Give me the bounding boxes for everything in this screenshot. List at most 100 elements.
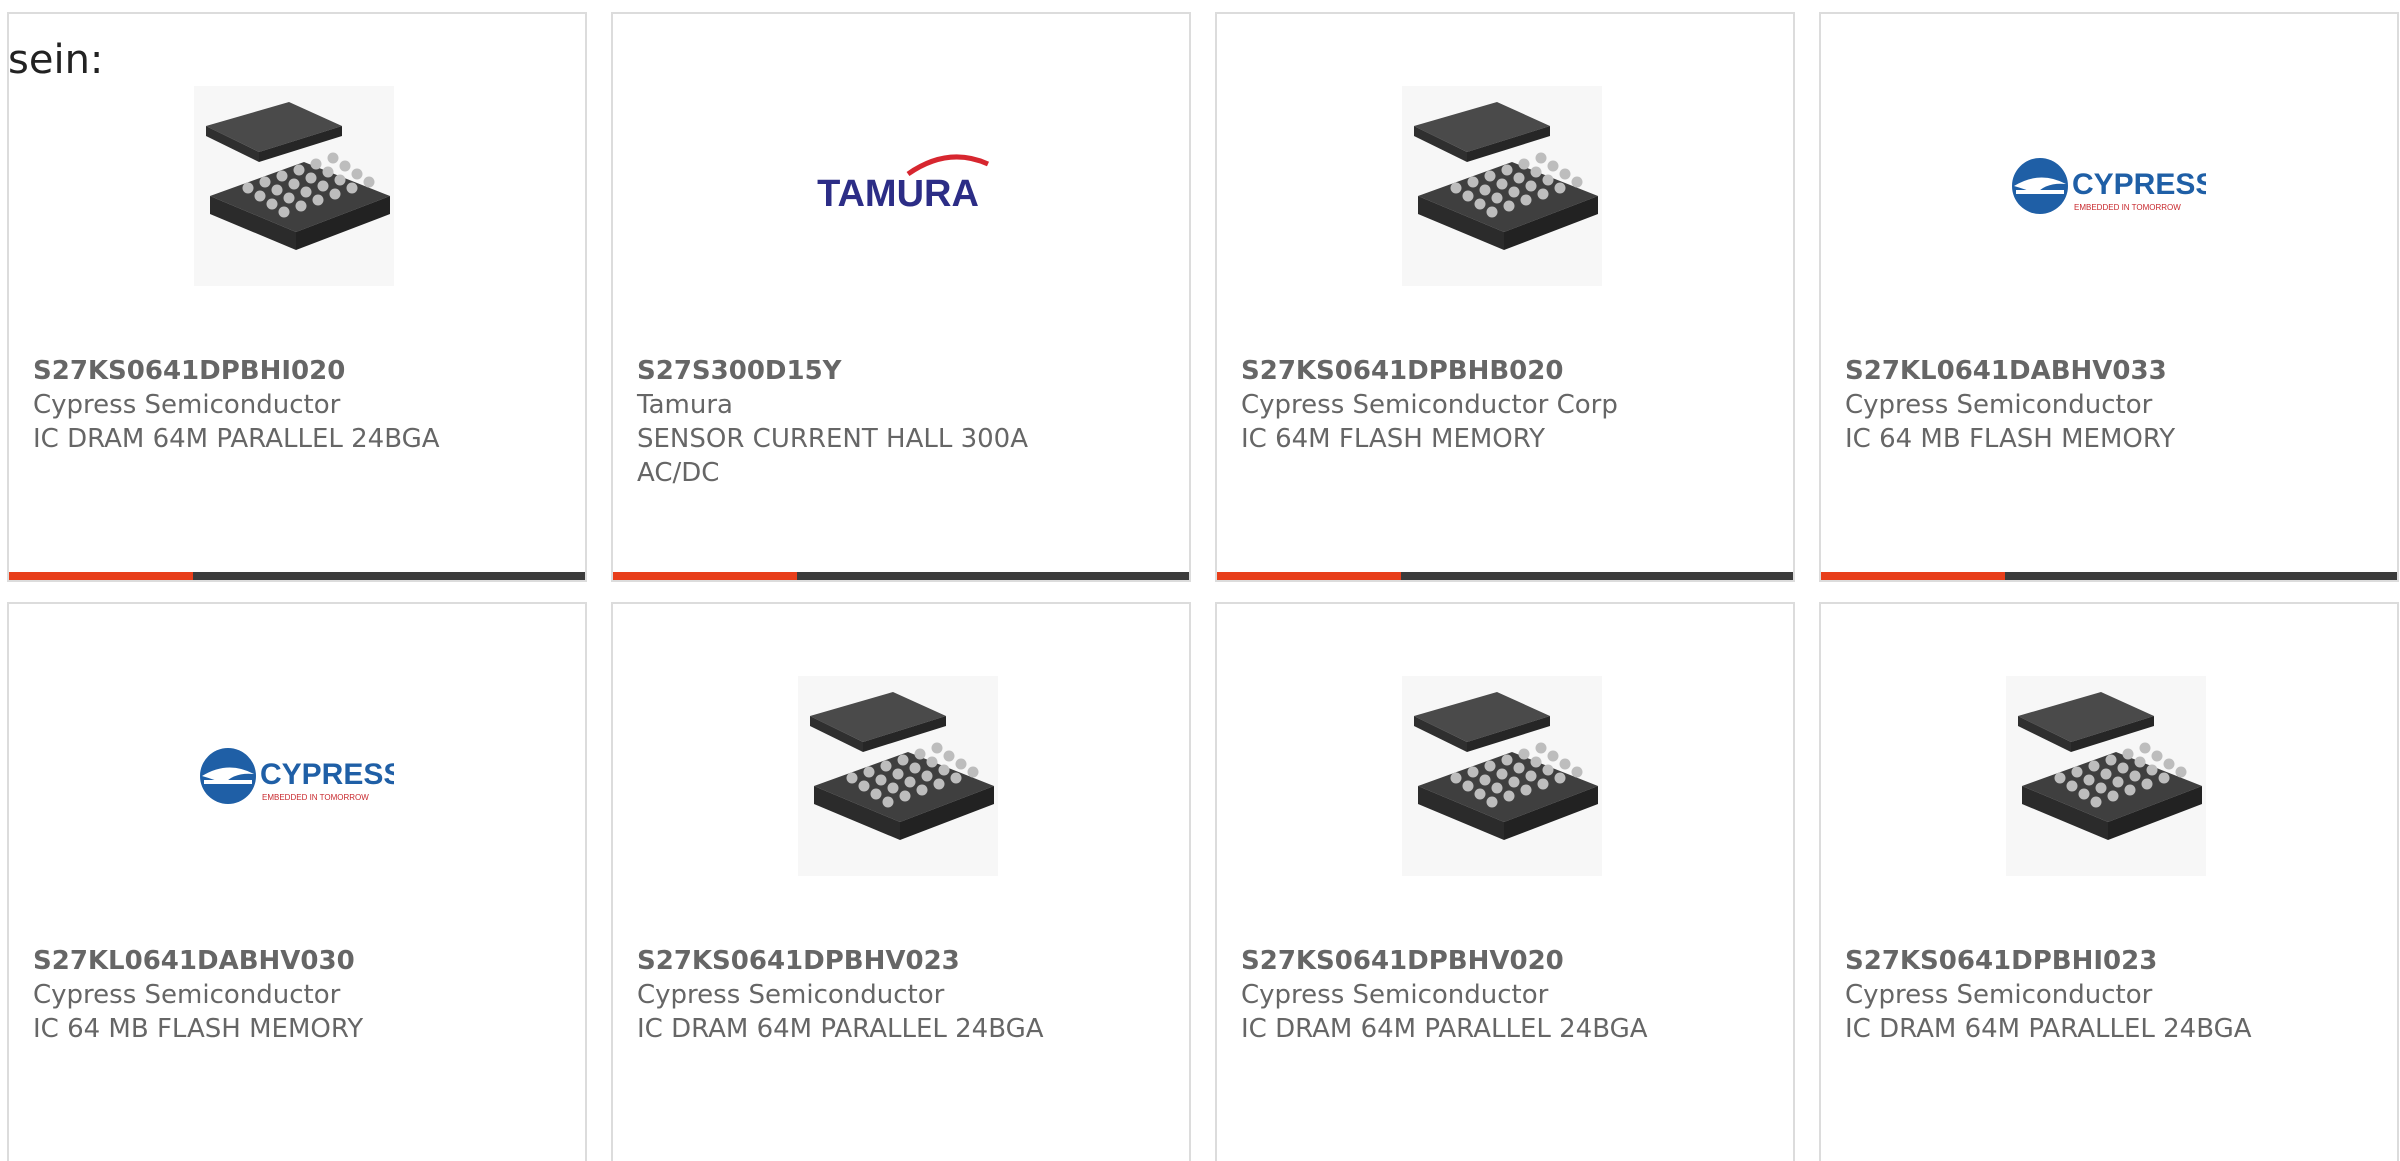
solder-ball xyxy=(1530,756,1542,768)
solder-ball xyxy=(1467,766,1479,778)
part-number[interactable]: S27KS0641DPBHV023 xyxy=(637,944,1165,978)
product-card[interactable]: S27KS0641DPBHB020 Cypress Semiconductor C… xyxy=(1215,12,1795,582)
product-image[interactable]: CYPRESS EMBEDDED IN TOMORROW xyxy=(2006,86,2206,286)
solder-ball xyxy=(1535,742,1547,754)
solder-ball xyxy=(943,750,955,762)
solder-ball xyxy=(931,742,943,754)
solder-ball xyxy=(938,764,950,776)
part-number[interactable]: S27KL0641DABHV033 xyxy=(1845,354,2373,388)
solder-ball xyxy=(1503,200,1515,212)
product-card[interactable]: S27KS0641DPBHV020 Cypress Semiconductor IC… xyxy=(1215,602,1795,1161)
solder-ball xyxy=(2151,750,2163,762)
solder-ball xyxy=(2129,770,2141,782)
product-info: S27KL0641DABHV033 Cypress Semiconductor IC… xyxy=(1845,354,2373,456)
solder-ball xyxy=(1450,772,1462,784)
product-description: IC 64M FLASH MEMORY xyxy=(1241,424,1546,454)
solder-ball xyxy=(1474,788,1486,800)
solder-ball xyxy=(1537,778,1549,790)
product-info: S27KS0641DPBHB020 Cypress Semiconductor C… xyxy=(1241,354,1769,456)
product-image[interactable] xyxy=(798,676,998,876)
solder-ball xyxy=(1513,172,1525,184)
product-image[interactable] xyxy=(194,86,394,286)
part-number[interactable]: S27S300D15Y xyxy=(637,354,1165,388)
product-card[interactable]: S27KS0641DPBHI020 Cypress Semiconductor IC… xyxy=(7,12,587,582)
solder-ball xyxy=(242,182,254,194)
solder-ball xyxy=(1462,780,1474,792)
manufacturer-name: Cypress Semiconductor xyxy=(33,390,341,420)
part-number[interactable]: S27KL0641DABHV030 xyxy=(33,944,561,978)
solder-ball xyxy=(2066,780,2078,792)
product-card[interactable]: S27KS0641DPBHI023 Cypress Semiconductor IC… xyxy=(1819,602,2399,1161)
solder-ball xyxy=(293,164,305,176)
part-number[interactable]: S27KS0641DPBHI023 xyxy=(1845,944,2373,978)
product-image[interactable] xyxy=(2006,676,2206,876)
card-progress-fill xyxy=(1821,572,2006,580)
card-progress-fill xyxy=(1217,572,1402,580)
product-card[interactable]: S27KS0641DPBHV023 Cypress Semiconductor IC… xyxy=(611,602,1191,1161)
card-progress-bar xyxy=(1217,572,1793,580)
solder-ball xyxy=(1467,176,1479,188)
solder-ball xyxy=(295,200,307,212)
solder-ball xyxy=(1554,182,1566,194)
solder-ball xyxy=(950,772,962,784)
manufacturer-name: Cypress Semiconductor xyxy=(1845,980,2153,1010)
solder-ball xyxy=(305,172,317,184)
card-progress-fill xyxy=(613,572,798,580)
solder-ball xyxy=(1559,758,1571,770)
product-image[interactable] xyxy=(1402,676,1602,876)
part-number[interactable]: S27KS0641DPBHV020 xyxy=(1241,944,1769,978)
solder-ball xyxy=(863,766,875,778)
solder-ball xyxy=(1486,796,1498,808)
solder-ball xyxy=(310,158,322,170)
product-image[interactable]: TAMURA xyxy=(798,86,998,286)
solder-ball xyxy=(1525,180,1537,192)
product-description: IC DRAM 64M PARALLEL 24BGA xyxy=(637,1014,1044,1044)
solder-ball xyxy=(1501,754,1513,766)
solder-ball xyxy=(916,784,928,796)
product-image[interactable] xyxy=(1402,86,1602,286)
solder-ball xyxy=(276,170,288,182)
solder-ball xyxy=(1484,760,1496,772)
product-grid: S27KS0641DPBHI020 Cypress Semiconductor IC… xyxy=(7,12,2399,1161)
part-number[interactable]: S27KS0641DPBHB020 xyxy=(1241,354,1769,388)
bga-chip-icon xyxy=(1402,676,1602,876)
solder-ball xyxy=(283,192,295,204)
product-card[interactable]: TAMURA S27S300D15Y Tamura SENSOR CURRENT HA… xyxy=(611,12,1191,582)
solder-ball xyxy=(312,194,324,206)
solder-ball xyxy=(2141,778,2153,790)
product-info: S27KL0641DABHV030 Cypress Semiconductor IC… xyxy=(33,944,561,1046)
solder-ball xyxy=(904,776,916,788)
solder-ball xyxy=(271,184,283,196)
solder-ball xyxy=(1542,174,1554,186)
solder-ball xyxy=(2083,774,2095,786)
solder-ball xyxy=(955,758,967,770)
solder-ball xyxy=(858,780,870,792)
product-card[interactable]: CYPRESS EMBEDDED IN TOMORROW S27KL0641DABH… xyxy=(1819,12,2399,582)
product-card[interactable]: CYPRESS EMBEDDED IN TOMORROW S27KL0641DABH… xyxy=(7,602,587,1161)
solder-ball xyxy=(300,186,312,198)
solder-ball xyxy=(1537,188,1549,200)
solder-ball xyxy=(329,188,341,200)
solder-ball xyxy=(1484,170,1496,182)
solder-ball xyxy=(327,152,339,164)
solder-ball xyxy=(1479,774,1491,786)
solder-ball xyxy=(1525,770,1537,782)
solder-ball xyxy=(2158,772,2170,784)
product-image[interactable]: CYPRESS EMBEDDED IN TOMORROW xyxy=(194,676,394,876)
part-number[interactable]: S27KS0641DPBHI020 xyxy=(33,354,561,388)
card-progress-bar xyxy=(613,572,1189,580)
solder-ball xyxy=(254,190,266,202)
card-progress-bar xyxy=(1821,572,2397,580)
solder-ball xyxy=(1462,190,1474,202)
solder-ball xyxy=(2071,766,2083,778)
cypress-logo: CYPRESS EMBEDDED IN TOMORROW xyxy=(2012,158,2206,214)
solder-ball xyxy=(346,182,358,194)
solder-ball xyxy=(259,176,271,188)
cypress-logo: CYPRESS EMBEDDED IN TOMORROW xyxy=(200,748,394,804)
solder-ball xyxy=(2175,766,2187,778)
svg-text:TAMURA: TAMURA xyxy=(817,173,979,215)
card-progress-fill xyxy=(9,572,194,580)
svg-text:CYPRESS: CYPRESS xyxy=(260,758,394,791)
solder-ball xyxy=(2095,782,2107,794)
svg-text:CYPRESS: CYPRESS xyxy=(2072,168,2206,201)
